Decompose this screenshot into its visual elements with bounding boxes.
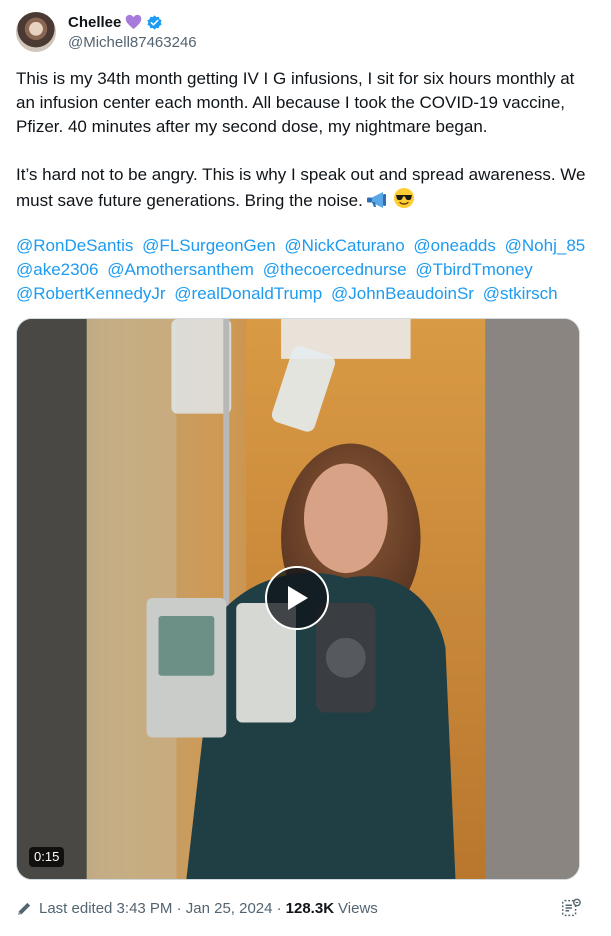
views-count: 128.3K bbox=[285, 899, 335, 917]
edit-pencil-icon bbox=[18, 902, 31, 915]
mention-link[interactable]: @RobertKennedyJr bbox=[16, 284, 166, 303]
avatar[interactable] bbox=[16, 12, 56, 52]
mention-link[interactable]: @Amothersanthem bbox=[107, 260, 254, 279]
verified-badge-icon bbox=[147, 14, 162, 30]
display-name[interactable]: Chellee bbox=[68, 13, 121, 32]
author-names: Chellee @Michell87463246 bbox=[68, 13, 197, 52]
mention-link[interactable]: @Nohj_85 bbox=[505, 236, 586, 255]
tweet-header: Chellee @Michell87463246 bbox=[16, 10, 595, 54]
tweet-paragraph-2: It’s hard not to be angry. This is why I… bbox=[16, 165, 586, 210]
video-media[interactable]: 0:15 bbox=[16, 318, 580, 880]
play-button[interactable] bbox=[265, 566, 329, 630]
last-edited-text[interactable]: Last edited 3:43 PM · Jan 25, 2024 · bbox=[39, 900, 282, 917]
purple-heart-icon bbox=[126, 14, 142, 30]
mention-link[interactable]: @ake2306 bbox=[16, 260, 99, 279]
mention-link[interactable]: @realDonaldTrump bbox=[174, 284, 322, 303]
name-row: Chellee bbox=[68, 13, 197, 32]
mention-link[interactable]: @RonDeSantis bbox=[16, 236, 133, 255]
grok-icon[interactable] bbox=[560, 897, 582, 919]
mention-link[interactable]: @FLSurgeonGen bbox=[142, 236, 276, 255]
tweet-meta: Last edited 3:43 PM · Jan 25, 2024 · 128… bbox=[16, 897, 595, 919]
author-handle[interactable]: @Michell87463246 bbox=[68, 33, 197, 52]
mention-link[interactable]: @oneadds bbox=[413, 236, 496, 255]
video-duration: 0:15 bbox=[29, 847, 65, 867]
mention-link[interactable]: @NickCaturano bbox=[284, 236, 404, 255]
mention-link[interactable]: @stkirsch bbox=[483, 284, 558, 303]
mention-link[interactable]: @thecoercednurse bbox=[263, 260, 407, 279]
tweet-paragraph-1: This is my 34th month getting IV I G inf… bbox=[16, 69, 575, 136]
mentions-list: @RonDeSantis @FLSurgeonGen @NickCaturano… bbox=[16, 234, 590, 306]
mention-link[interactable]: @TbirdTmoney bbox=[415, 260, 532, 279]
tweet-paragraph-2-wrap: It’s hard not to be angry. This is why I… bbox=[16, 163, 590, 213]
sunglasses-emoji-icon bbox=[393, 188, 414, 208]
mention-link[interactable]: @JohnBeaudoinSr bbox=[331, 284, 474, 303]
megaphone-icon bbox=[366, 192, 386, 208]
play-icon bbox=[288, 586, 308, 610]
tweet-text: This is my 34th month getting IV I G inf… bbox=[16, 67, 590, 213]
views-label: Views bbox=[338, 899, 378, 917]
